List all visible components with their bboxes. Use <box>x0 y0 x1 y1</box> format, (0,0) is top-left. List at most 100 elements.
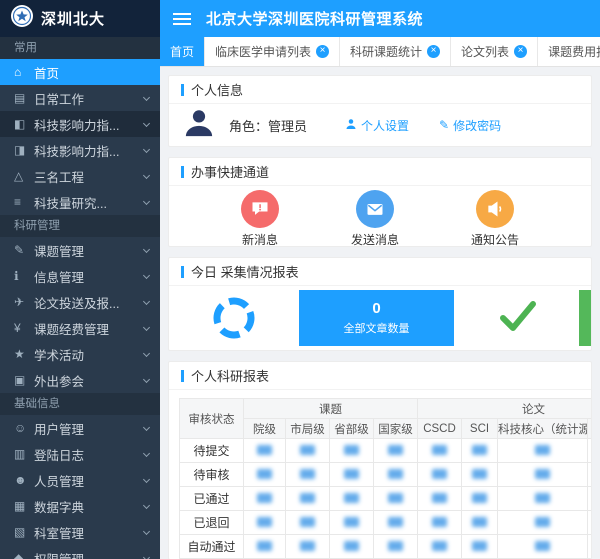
report-count-link[interactable] <box>432 445 447 455</box>
report-count-link[interactable] <box>344 469 359 479</box>
sidebar-item-project-funds[interactable]: ¥ 课题经费管理 <box>0 315 160 341</box>
report-count-link[interactable] <box>472 493 487 503</box>
log-icon: ▥ <box>14 447 34 461</box>
logo-text: 深圳北大 <box>41 8 105 29</box>
report-count-link[interactable] <box>344 493 359 503</box>
title-accent-bar <box>181 166 184 178</box>
user-icon: ☺ <box>14 421 34 435</box>
report-count-link[interactable] <box>535 445 550 455</box>
personal-settings-link[interactable]: 个人设置 <box>345 117 409 134</box>
sidebar-item-tech-influence-1[interactable]: ◧ 科技影响力指... <box>0 111 160 137</box>
card-title-daily-collection: 今日 采集情况报表 <box>169 258 591 286</box>
close-icon[interactable]: × <box>316 45 329 58</box>
stat-value: 0 <box>372 300 380 317</box>
report-count-link[interactable] <box>535 469 550 479</box>
success-check-tile[interactable] <box>454 290 579 346</box>
report-count-link[interactable] <box>344 445 359 455</box>
report-count-link[interactable] <box>257 541 272 551</box>
sidebar-item-tech-volume-research[interactable]: ≡ 科技量研究... <box>0 189 160 215</box>
report-count-link[interactable] <box>388 541 403 551</box>
stat-label: 全部文章数量 <box>344 320 410 336</box>
sidebar-item-department-mgmt[interactable]: ▧ 科室管理 <box>0 519 160 545</box>
report-count-link[interactable] <box>432 517 447 527</box>
envelope-icon <box>356 190 394 228</box>
sidebar-item-out-meeting[interactable]: ▣ 外出参会 <box>0 367 160 393</box>
report-count-link[interactable] <box>388 445 403 455</box>
sidebar-item-project-mgmt[interactable]: ✎ 课题管理 <box>0 237 160 263</box>
sidebar-item-permission-mgmt[interactable]: ◆ 权限管理 <box>0 545 160 559</box>
sidebar-section-basic-info: 基础信息 <box>0 393 160 415</box>
report-count-link[interactable] <box>300 517 315 527</box>
dictionary-icon: ▦ <box>14 499 34 513</box>
sidebar-item-data-dictionary[interactable]: ▦ 数据字典 <box>0 493 160 519</box>
report-count-link[interactable] <box>472 469 487 479</box>
report-count-link[interactable] <box>535 517 550 527</box>
report-count-link[interactable] <box>388 469 403 479</box>
sidebar-item-personnel-mgmt[interactable]: ☻ 人员管理 <box>0 467 160 493</box>
report-count-link[interactable] <box>257 469 272 479</box>
all-articles-stat-tile[interactable]: 0 全部文章数量 <box>299 290 454 346</box>
tab-clinical-medicine-list[interactable]: 临床医学申请列表 × <box>205 37 340 66</box>
chevron-down-icon <box>143 171 150 178</box>
sidebar-item-academic-activity[interactable]: ★ 学术活动 <box>0 341 160 367</box>
report-count-link[interactable] <box>300 469 315 479</box>
row-label: 已通过 <box>180 487 244 511</box>
app-logo[interactable]: 深圳北大 <box>0 0 160 37</box>
sidebar: 常用 ⌂ 首页 ▤ 日常工作 ◧ 科技影响力指... ◨ 科技影响力指... △… <box>0 37 160 559</box>
report-count-link[interactable] <box>432 493 447 503</box>
report-count-link[interactable] <box>535 541 550 551</box>
tab-home[interactable]: 首页 <box>160 37 205 66</box>
sidebar-item-daily-work[interactable]: ▤ 日常工作 <box>0 85 160 111</box>
report-count-link[interactable] <box>535 493 550 503</box>
report-count-link[interactable] <box>344 541 359 551</box>
people-icon: ☻ <box>14 473 34 487</box>
report-count-link[interactable] <box>388 517 403 527</box>
quick-item-notice[interactable]: 通知公告 <box>471 190 519 244</box>
report-count-link[interactable] <box>257 445 272 455</box>
report-count-link[interactable] <box>344 517 359 527</box>
close-icon[interactable]: × <box>427 45 440 58</box>
report-count-link[interactable] <box>257 493 272 503</box>
tab-project-fee-report[interactable]: 课题费用报表 × <box>538 37 600 66</box>
sidebar-item-paper-submission[interactable]: ✈ 论文投送及报... <box>0 289 160 315</box>
report-count-link[interactable] <box>257 517 272 527</box>
card-title-quick-actions: 办事快捷通道 <box>169 158 591 186</box>
check-icon <box>495 296 539 341</box>
report-count-link[interactable] <box>300 445 315 455</box>
sidebar-item-home[interactable]: ⌂ 首页 <box>0 59 160 85</box>
title-accent-bar <box>181 84 184 96</box>
chevron-down-icon <box>143 349 150 356</box>
chevron-down-icon <box>143 501 150 508</box>
personal-research-report-card: 个人科研报表 审核状态 课题 论文 院级 <box>168 361 592 559</box>
menu-toggle-icon[interactable] <box>173 10 191 28</box>
close-icon[interactable]: × <box>514 45 527 58</box>
report-count-link[interactable] <box>472 445 487 455</box>
report-count-link[interactable] <box>472 541 487 551</box>
green-stat-tile-clipped[interactable] <box>579 290 591 346</box>
lock-icon: ◆ <box>14 551 34 559</box>
sidebar-item-tech-influence-2[interactable]: ◨ 科技影响力指... <box>0 137 160 163</box>
sidebar-item-info-mgmt[interactable]: ℹ 信息管理 <box>0 263 160 289</box>
quick-item-send-message[interactable]: 发送消息 <box>351 190 399 244</box>
quick-item-new-message[interactable]: 新消息 <box>241 190 279 244</box>
sidebar-item-login-log[interactable]: ▥ 登陆日志 <box>0 441 160 467</box>
meeting-icon: ▣ <box>14 373 34 387</box>
sidebar-section-research-mgmt: 科研管理 <box>0 215 160 237</box>
main-area: 首页 临床医学申请列表 × 科研课题统计 × 论文列表 × 课题费用报表 × 用… <box>160 37 600 559</box>
top-header: 深圳北大 北京大学深圳医院科研管理系统 <box>0 0 600 37</box>
report-count-link[interactable] <box>300 493 315 503</box>
report-count-link[interactable] <box>472 517 487 527</box>
sidebar-item-user-mgmt[interactable]: ☺ 用户管理 <box>0 415 160 441</box>
chevron-down-icon <box>143 423 150 430</box>
sidebar-item-sanming-project[interactable]: △ 三名工程 <box>0 163 160 189</box>
change-password-link[interactable]: ✎ 修改密码 <box>439 117 501 134</box>
personal-info-card: 个人信息 角色：管理员 个人设 <box>168 75 592 147</box>
report-count-link[interactable] <box>432 469 447 479</box>
money-icon: ¥ <box>14 321 34 335</box>
report-count-link[interactable] <box>432 541 447 551</box>
report-count-link[interactable] <box>388 493 403 503</box>
chart-icon: ◨ <box>14 143 34 157</box>
report-count-link[interactable] <box>300 541 315 551</box>
tab-paper-list[interactable]: 论文列表 × <box>451 37 538 66</box>
tab-research-project-stats[interactable]: 科研课题统计 × <box>340 37 451 66</box>
